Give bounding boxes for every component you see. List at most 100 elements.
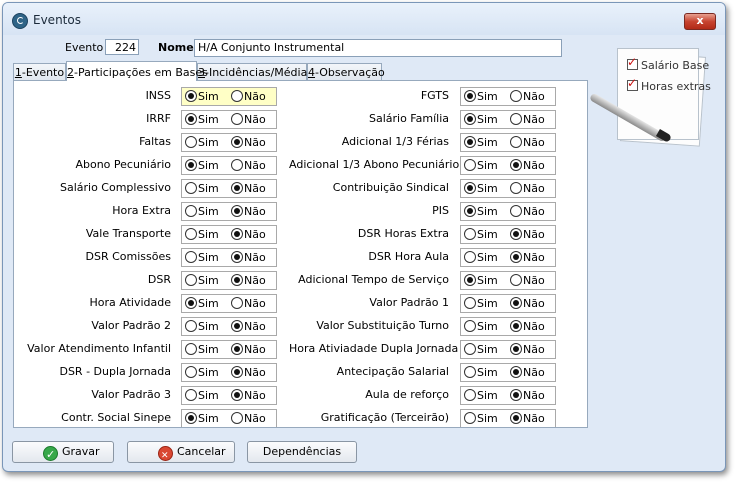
nao-radio[interactable]: Não xyxy=(510,113,545,126)
radio-group-contr-social-sinepe: Sim Não xyxy=(181,409,277,427)
nao-radio[interactable]: Não xyxy=(510,297,545,310)
radio-label: Sim xyxy=(198,343,219,356)
radio-checked-icon xyxy=(510,389,522,401)
evento-field[interactable]: 224 xyxy=(105,39,139,55)
sim-radio[interactable]: Sim xyxy=(464,136,498,149)
sim-radio[interactable]: Sim xyxy=(464,228,498,241)
nao-radio[interactable]: Não xyxy=(231,274,266,287)
sim-radio[interactable]: Sim xyxy=(185,343,219,356)
radio-checked-icon xyxy=(231,182,243,194)
sim-radio[interactable]: Sim xyxy=(464,343,498,356)
cancelar-button[interactable]: Cancelar xyxy=(127,441,235,466)
sim-radio[interactable]: Sim xyxy=(185,389,219,402)
sim-radio[interactable]: Sim xyxy=(464,182,498,195)
nao-radio[interactable]: Não xyxy=(510,251,545,264)
radio-unchecked-icon xyxy=(231,90,243,102)
nao-radio[interactable]: Não xyxy=(510,136,545,149)
radio-label: Não xyxy=(244,159,266,172)
radio-checked-icon xyxy=(185,297,197,309)
nao-radio[interactable]: Não xyxy=(510,228,545,241)
eventos-window: Eventos x Evento 224 Nome H/A Conjunto I… xyxy=(2,2,726,472)
radio-label: Sim xyxy=(477,136,498,149)
tab-incidencias-medias[interactable]: 3-Incidências/Médias xyxy=(197,63,313,81)
nao-radio[interactable]: Não xyxy=(231,251,266,264)
radio-unchecked-icon xyxy=(464,228,476,240)
sim-radio[interactable]: Sim xyxy=(185,136,219,149)
nao-radio[interactable]: Não xyxy=(231,320,266,333)
radio-unchecked-icon xyxy=(510,205,522,217)
sim-radio[interactable]: Sim xyxy=(185,90,219,103)
sim-radio[interactable]: Sim xyxy=(185,412,219,425)
nao-radio[interactable]: Não xyxy=(510,182,545,195)
window-title: Eventos xyxy=(33,13,81,27)
radio-unchecked-icon xyxy=(464,251,476,263)
tab-observacao[interactable]: 4-Observação xyxy=(307,63,385,81)
tab-evento[interactable]: 1-Evento xyxy=(13,63,66,81)
radio-label: Sim xyxy=(198,297,219,310)
nao-radio[interactable]: Não xyxy=(231,366,266,379)
nao-radio[interactable]: Não xyxy=(231,159,266,172)
sim-radio[interactable]: Sim xyxy=(185,205,219,218)
nao-radio[interactable]: Não xyxy=(231,182,266,195)
sim-radio[interactable]: Sim xyxy=(185,366,219,379)
radio-label: Não xyxy=(523,251,545,264)
sim-radio[interactable]: Sim xyxy=(464,251,498,264)
sim-radio[interactable]: Sim xyxy=(185,113,219,126)
nao-radio[interactable]: Não xyxy=(231,389,266,402)
sim-radio[interactable]: Sim xyxy=(185,228,219,241)
sim-radio[interactable]: Sim xyxy=(464,366,498,379)
nao-radio[interactable]: Não xyxy=(231,297,266,310)
radio-group-hora-extra: Sim Não xyxy=(181,202,277,221)
sim-radio[interactable]: Sim xyxy=(464,113,498,126)
sim-radio[interactable]: Sim xyxy=(464,90,498,103)
sim-radio[interactable]: Sim xyxy=(185,182,219,195)
nao-radio[interactable]: Não xyxy=(510,90,545,103)
sim-radio[interactable]: Sim xyxy=(185,159,219,172)
nao-radio[interactable]: Não xyxy=(231,113,266,126)
sim-radio[interactable]: Sim xyxy=(464,205,498,218)
sim-radio[interactable]: Sim xyxy=(464,274,498,287)
nao-radio[interactable]: Não xyxy=(510,205,545,218)
sim-radio[interactable]: Sim xyxy=(185,251,219,264)
nao-radio[interactable]: Não xyxy=(510,274,545,287)
nao-radio[interactable]: Não xyxy=(231,228,266,241)
radio-unchecked-icon xyxy=(464,389,476,401)
nao-radio[interactable]: Não xyxy=(510,320,545,333)
nome-field[interactable]: H/A Conjunto Instrumental xyxy=(194,39,562,57)
nao-radio[interactable]: Não xyxy=(231,90,266,103)
nao-radio[interactable]: Não xyxy=(231,205,266,218)
radio-label: Sim xyxy=(477,90,498,103)
radio-unchecked-icon xyxy=(185,251,197,263)
field-label: Contr. Social Sinepe xyxy=(61,411,171,424)
nao-radio[interactable]: Não xyxy=(231,343,266,356)
tab-participacoes-em-bases[interactable]: 2-Participações em Bases xyxy=(66,61,208,81)
sim-radio[interactable]: Sim xyxy=(185,297,219,310)
radio-group-abono-pecuniario: Sim Não xyxy=(181,156,277,175)
sim-radio[interactable]: Sim xyxy=(464,412,498,425)
sim-radio[interactable]: Sim xyxy=(464,320,498,333)
field-label: DSR xyxy=(147,273,171,286)
sim-radio[interactable]: Sim xyxy=(185,320,219,333)
radio-checked-icon xyxy=(185,412,197,424)
sim-radio[interactable]: Sim xyxy=(185,274,219,287)
gravar-button[interactable]: Gravar xyxy=(12,441,114,465)
field-label: Salário Complessivo xyxy=(59,181,171,194)
radio-unchecked-icon xyxy=(185,389,197,401)
nao-radio[interactable]: Não xyxy=(510,412,545,425)
close-button[interactable]: x xyxy=(684,13,716,30)
radio-group-adicional-tempo-de-servico: Sim Não xyxy=(460,271,556,290)
sim-radio[interactable]: Sim xyxy=(464,297,498,310)
nao-radio[interactable]: Não xyxy=(510,343,545,356)
check-circle-icon xyxy=(43,445,58,465)
nao-radio[interactable]: Não xyxy=(510,389,545,402)
nao-radio[interactable]: Não xyxy=(231,412,266,425)
radio-label: Não xyxy=(523,90,545,103)
sim-radio[interactable]: Sim xyxy=(464,389,498,402)
nao-radio[interactable]: Não xyxy=(510,159,545,172)
nao-radio[interactable]: Não xyxy=(510,366,545,379)
radio-label: Não xyxy=(523,366,545,379)
sim-radio[interactable]: Sim xyxy=(464,159,498,172)
nao-radio[interactable]: Não xyxy=(231,136,266,149)
dependencias-button[interactable]: Dependências xyxy=(247,441,357,463)
radio-label: Sim xyxy=(198,205,219,218)
